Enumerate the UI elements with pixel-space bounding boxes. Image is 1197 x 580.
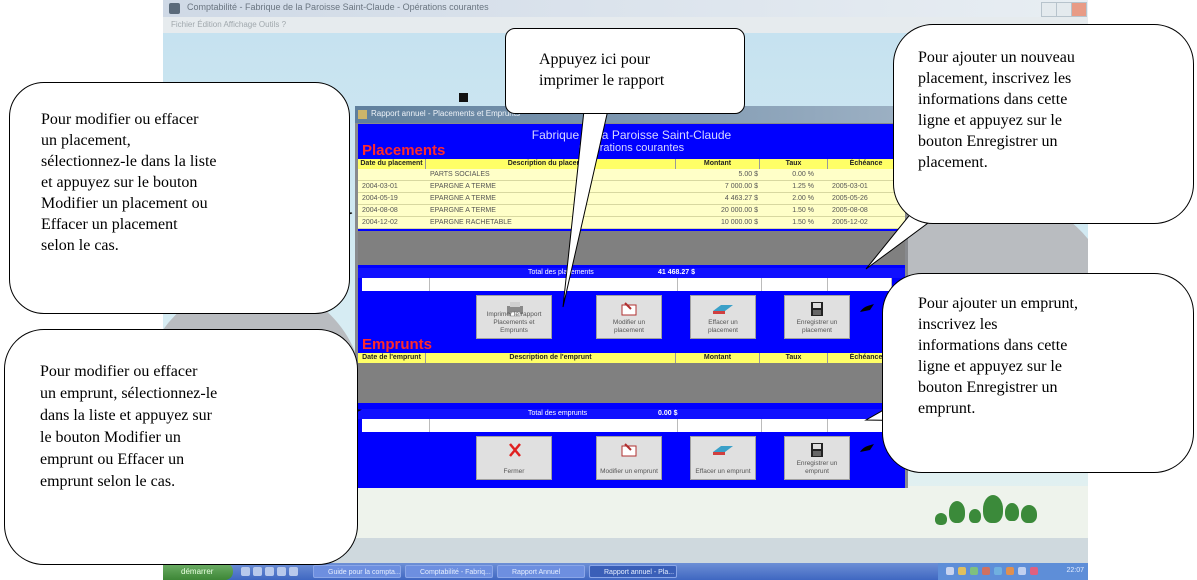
callout-line: un placement, xyxy=(41,132,131,149)
callout-line: bouton Enregistrer un xyxy=(918,133,1058,150)
callout-line: un emprunt, sélectionnez-le xyxy=(40,385,218,402)
callout-line: Effacer un placement xyxy=(41,216,178,233)
callout-line: inscrivez les xyxy=(918,316,998,333)
callout-add-placement: Pour ajouter un nouveau placement, inscr… xyxy=(893,24,1194,224)
callout-modify-emprunt: Pour modifier ou effacer un emprunt, sél… xyxy=(4,329,358,565)
callout-line: emprunt. xyxy=(918,400,976,417)
callout-line: emprunt selon le cas. xyxy=(40,473,176,490)
callout-add-emprunt: Pour ajouter un emprunt, inscrivez les i… xyxy=(882,273,1194,473)
callout-line: bouton Enregistrer un xyxy=(918,379,1058,396)
callout-line: Pour ajouter un emprunt, xyxy=(918,295,1078,312)
callout-line: ligne et appuyez sur le xyxy=(918,358,1062,375)
callout-line: sélectionnez-le dans la liste xyxy=(41,153,217,170)
callout-line: dans la liste et appuyez sur xyxy=(40,407,212,424)
callout-line: Pour ajouter un nouveau xyxy=(918,49,1075,66)
callout-line: Appuyez ici pour xyxy=(539,51,651,68)
callout-line: emprunt ou Effacer un xyxy=(40,451,185,468)
callout-print: Appuyez ici pour imprimer le rapport xyxy=(505,28,745,114)
callout-line: placement. xyxy=(918,154,988,171)
callout-line: Modifier un placement ou xyxy=(41,195,208,212)
callout-line: imprimer le rapport xyxy=(539,72,665,89)
callout-modify-placement: Pour modifier ou effacer un placement, s… xyxy=(9,82,350,314)
callout-line: ligne et appuyez sur le xyxy=(918,112,1062,129)
callout-line: le bouton Modifier un xyxy=(40,429,181,446)
callout-line: Pour modifier ou effacer xyxy=(41,111,199,128)
callout-line: et appuyez sur le bouton xyxy=(41,174,198,191)
callout-line: informations dans cette xyxy=(918,91,1068,108)
callout-line: placement, inscrivez les xyxy=(918,70,1072,87)
callout-line: Pour modifier ou effacer xyxy=(40,363,198,380)
callout-line: informations dans cette xyxy=(918,337,1068,354)
callout-line: selon le cas. xyxy=(41,237,119,254)
